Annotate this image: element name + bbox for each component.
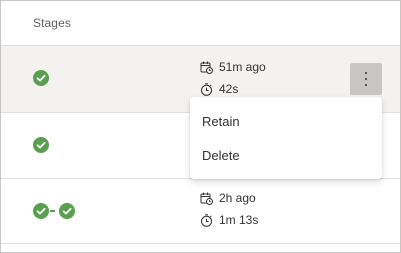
stage-success-check-icon[interactable] <box>59 203 75 219</box>
duration-text: 42s <box>219 82 239 96</box>
runs-list: Stages 51m ago 42s 2h ago 1m 13s Retain … <box>0 0 401 253</box>
calendar-clock-icon <box>200 192 213 205</box>
duration-text: 1m 13s <box>219 213 259 227</box>
more-actions-button[interactable] <box>350 63 382 95</box>
stopwatch-icon <box>201 83 212 96</box>
stage-success-check-icon[interactable] <box>33 70 49 86</box>
menu-item-delete[interactable]: Delete <box>190 139 382 173</box>
menu-item-label: Delete <box>202 148 240 163</box>
context-menu: Retain Delete <box>190 97 382 179</box>
stage-success-check-icon[interactable] <box>33 203 49 219</box>
time-ago-text: 2h ago <box>219 191 256 205</box>
menu-item-retain[interactable]: Retain <box>190 105 382 139</box>
stages-column-header: Stages <box>33 16 71 30</box>
stage-success-check-icon[interactable] <box>33 137 49 153</box>
stage-connector <box>50 210 55 212</box>
menu-item-label: Retain <box>202 114 240 129</box>
calendar-clock-icon <box>200 61 213 74</box>
stopwatch-icon <box>201 214 212 227</box>
more-vertical-icon <box>365 72 367 86</box>
run-row[interactable]: 2h ago 1m 13s <box>1 179 400 244</box>
time-ago-text: 51m ago <box>219 60 266 74</box>
list-header: Stages <box>1 1 400 46</box>
